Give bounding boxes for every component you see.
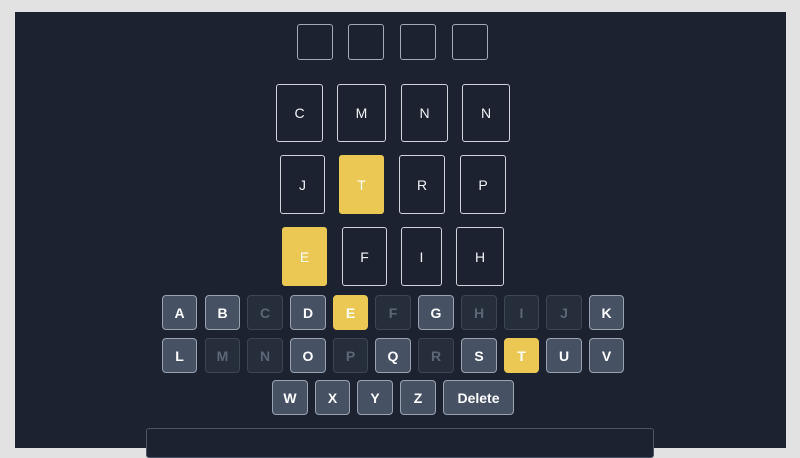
key-b[interactable]: B [205,295,240,330]
key-w[interactable]: W [272,380,308,415]
key-j[interactable]: J [546,295,582,330]
letter-tile[interactable]: F [342,227,387,286]
key-y[interactable]: Y [357,380,393,415]
letter-tile[interactable]: R [399,155,445,214]
key-c[interactable]: C [247,295,283,330]
key-x[interactable]: X [315,380,350,415]
key-z[interactable]: Z [400,380,436,415]
key-l[interactable]: L [162,338,197,373]
key-q[interactable]: Q [375,338,411,373]
letter-tile[interactable]: P [460,155,506,214]
key-v[interactable]: V [589,338,624,373]
key-k[interactable]: K [589,295,624,330]
key-e[interactable]: E [333,295,368,330]
letter-tile[interactable]: M [337,84,386,142]
delete-button[interactable]: Delete [443,380,514,415]
letter-tile[interactable]: I [401,227,442,286]
key-o[interactable]: O [290,338,326,373]
key-a[interactable]: A [162,295,197,330]
letter-tile-highlighted[interactable]: T [339,155,384,214]
bottom-input-bar[interactable] [146,428,654,458]
key-r[interactable]: R [418,338,454,373]
key-s[interactable]: S [461,338,497,373]
empty-letter-slot [297,24,333,60]
letter-tile-highlighted[interactable]: E [282,227,327,286]
key-u[interactable]: U [546,338,582,373]
empty-letter-slot [400,24,436,60]
key-m[interactable]: M [205,338,240,373]
key-d[interactable]: D [290,295,326,330]
letter-tile[interactable]: H [456,227,504,286]
letter-tile[interactable]: N [401,84,448,142]
letter-tile[interactable]: N [462,84,510,142]
key-i[interactable]: I [504,295,539,330]
key-h[interactable]: H [461,295,497,330]
letter-tile[interactable]: C [276,84,323,142]
key-g[interactable]: G [418,295,454,330]
letter-tile[interactable]: J [280,155,325,214]
key-t[interactable]: T [504,338,539,373]
game-board: C M N N J T R P E F I H A B C D E F G H … [15,12,786,458]
empty-letter-slot [348,24,384,60]
key-f[interactable]: F [375,295,411,330]
key-p[interactable]: P [333,338,368,373]
key-n[interactable]: N [247,338,283,373]
empty-letter-slot [452,24,488,60]
